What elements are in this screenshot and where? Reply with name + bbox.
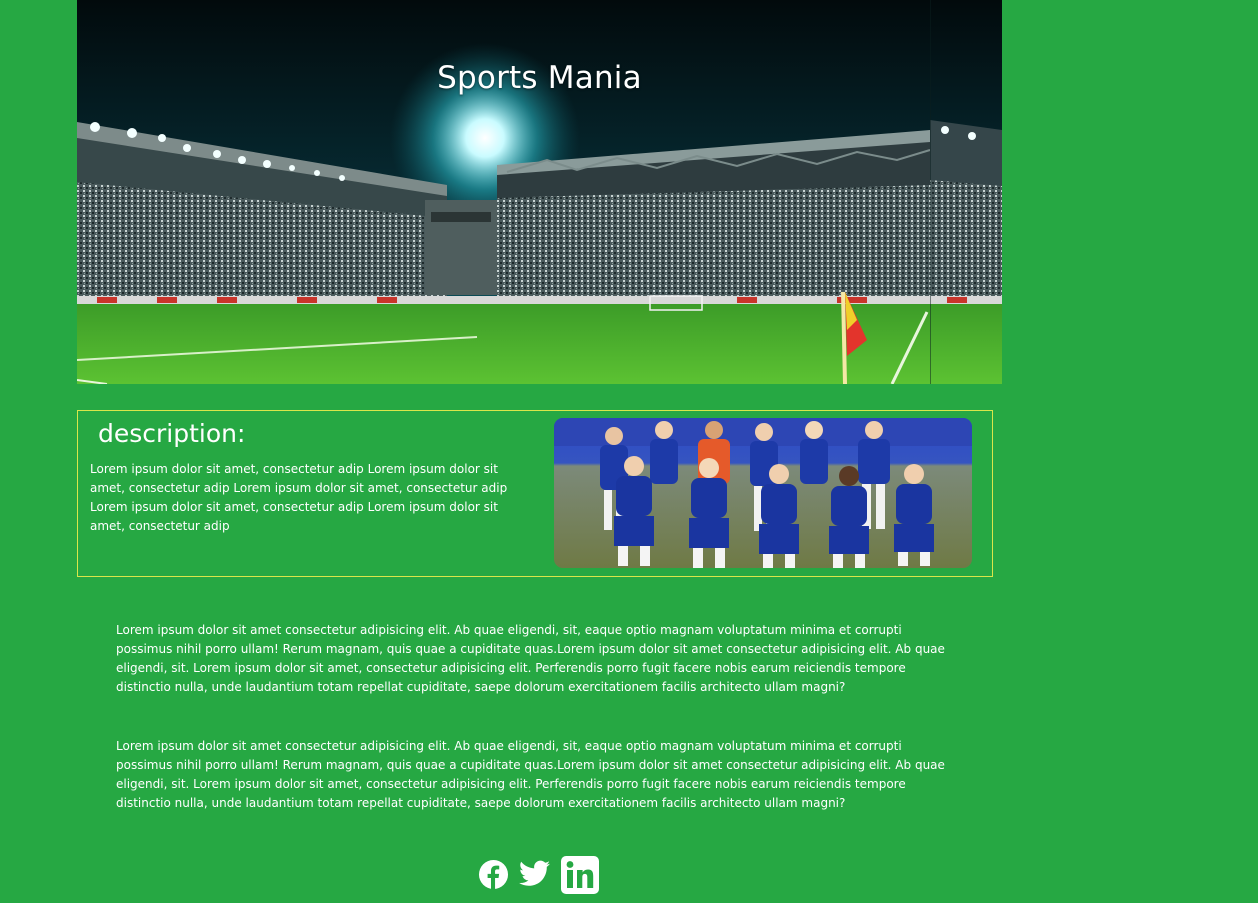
stadium-image [77,0,1002,384]
linkedin-icon[interactable] [561,856,599,898]
body-paragraph: Lorem ipsum dolor sit amet consectetur a… [116,623,945,694]
description-heading: description: [98,419,246,448]
site-title: Sports Mania [77,60,1002,96]
body-paragraph: Lorem ipsum dolor sit amet consectetur a… [116,739,945,810]
site-title-text: Sports Mania [437,60,642,96]
description-text: Lorem ipsum dolor sit amet, consectetur … [90,462,508,533]
description-section: description: Lorem ipsum dolor sit amet,… [77,410,993,577]
facebook-icon[interactable] [478,859,509,894]
hero-banner: Sports Mania [77,0,1002,384]
team-photo [554,418,972,568]
twitter-icon[interactable] [519,860,550,891]
